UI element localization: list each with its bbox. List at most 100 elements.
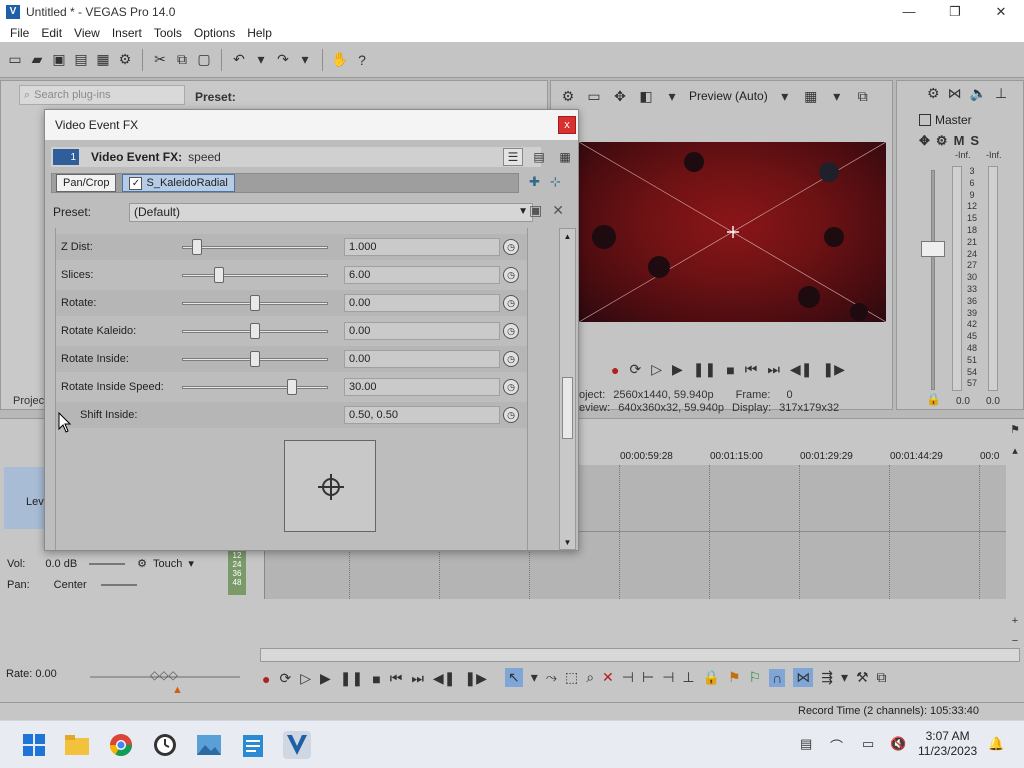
vegas-taskbar-icon[interactable] xyxy=(283,731,311,759)
trim-end-icon[interactable]: ⊣ xyxy=(662,669,674,686)
menu-insert[interactable]: Insert xyxy=(106,26,148,40)
plugin-pan-crop[interactable]: Pan/Crop xyxy=(56,174,117,192)
master-gear-icon[interactable]: ⚙ xyxy=(927,85,940,102)
notepad-icon[interactable] xyxy=(239,731,267,759)
plugin-kaleido-radial[interactable]: ✓ S_KaleidoRadial xyxy=(122,174,235,192)
go-to-start-icon[interactable]: ⏮ xyxy=(745,361,758,378)
delete-icon[interactable]: ✕ xyxy=(602,669,614,686)
param-value-field[interactable]: 0.00 xyxy=(344,322,500,340)
new-file-icon[interactable]: ▭ xyxy=(6,51,24,69)
trim-start-icon[interactable]: ⊢ xyxy=(642,669,654,686)
menu-file[interactable]: File xyxy=(4,26,35,40)
pause-icon[interactable]: ❚❚ xyxy=(693,361,716,378)
plugin-enable-checkbox[interactable]: ✓ xyxy=(129,176,143,190)
param-slider-knob[interactable] xyxy=(250,323,260,339)
master-fader-track[interactable] xyxy=(931,170,935,390)
view-list-icon[interactable]: ☰ xyxy=(503,148,523,166)
menu-view[interactable]: View xyxy=(68,26,106,40)
split-dropdown-icon[interactable]: ▾ xyxy=(663,87,681,105)
file-explorer-icon[interactable] xyxy=(63,731,91,759)
volume-slider[interactable] xyxy=(89,562,126,565)
play-from-start-icon[interactable]: ▷ xyxy=(651,361,662,378)
zoom-out-icon[interactable]: − xyxy=(1012,635,1018,647)
go-to-start-icon[interactable]: ⏮ xyxy=(390,670,403,687)
split-screen-icon[interactable]: ◧ xyxy=(637,87,655,105)
render-icon[interactable]: ▦ xyxy=(94,51,112,69)
stop-icon[interactable]: ■ xyxy=(372,671,380,687)
lock-meters-icon[interactable]: ⊥ xyxy=(995,85,1007,102)
param-value-field[interactable]: 0.00 xyxy=(344,294,500,312)
stop-icon[interactable]: ■ xyxy=(726,362,734,378)
tray-tablet-icon[interactable]: ▤ xyxy=(800,736,812,752)
split-icon[interactable]: ⊥ xyxy=(682,669,694,686)
record-icon[interactable]: ● xyxy=(262,671,270,687)
move-icon[interactable]: ✥ xyxy=(611,87,629,105)
undo-icon[interactable]: ↶ xyxy=(230,51,248,69)
clock-app-icon[interactable] xyxy=(151,731,179,759)
scroll-thumb[interactable] xyxy=(562,377,573,439)
animate-param-clock-icon[interactable]: ◷ xyxy=(503,407,519,423)
zoom-tool-icon[interactable]: ⌕ xyxy=(586,669,594,686)
copy-icon[interactable]: ⧉ xyxy=(173,51,191,69)
preset-select[interactable]: (Default) ▼ xyxy=(129,202,533,222)
interactive-tutorial-icon[interactable]: ✋ xyxy=(331,51,349,69)
auto-crossfade-icon[interactable]: ⋈ xyxy=(793,668,814,687)
trim-icon[interactable]: ⊣ xyxy=(622,669,634,686)
minimize-button[interactable]: — xyxy=(886,0,932,23)
move-pan-icon[interactable]: ✥ xyxy=(919,133,930,149)
tab-project-media[interactable]: Projec xyxy=(13,395,44,407)
prev-frame-icon[interactable]: ◀❚ xyxy=(790,361,813,378)
ripple-edit-icon[interactable]: ⇶ xyxy=(821,669,833,686)
loop-icon[interactable]: ⟳ xyxy=(629,361,641,378)
animate-param-clock-icon[interactable]: ◷ xyxy=(503,295,519,311)
crosshair-handle-icon[interactable] xyxy=(318,474,344,500)
loop-icon[interactable]: ⟳ xyxy=(279,670,291,687)
ignore-grouping-icon[interactable]: ⧉ xyxy=(877,669,887,686)
menu-tools[interactable]: Tools xyxy=(148,26,188,40)
scroll-down-arrow-icon[interactable]: ▼ xyxy=(560,535,575,549)
go-to-end-icon[interactable]: ⏭ xyxy=(411,670,424,687)
photos-app-icon[interactable] xyxy=(195,731,223,759)
redo-dropdown-icon[interactable]: ▾ xyxy=(296,51,314,69)
fx-dialog-titlebar[interactable]: Video Event FX xyxy=(45,110,578,140)
param-slider-track[interactable] xyxy=(182,274,328,277)
remove-plugin-icon[interactable]: ⊹ xyxy=(550,174,561,190)
speaker-icon[interactable]: 🔈 xyxy=(970,85,987,102)
tray-volume-muted-icon[interactable]: 🔇 xyxy=(890,736,906,752)
animate-param-clock-icon[interactable]: ◷ xyxy=(503,239,519,255)
fx-close-button[interactable]: x xyxy=(558,116,576,134)
downmix-icon[interactable]: ⋈ xyxy=(948,85,962,102)
go-to-end-icon[interactable]: ⏭ xyxy=(767,361,780,378)
param-slider-knob[interactable] xyxy=(191,239,202,255)
normal-edit-tool-icon[interactable]: ↖ xyxy=(505,668,523,687)
solo-button[interactable]: S xyxy=(970,133,979,149)
paste-icon[interactable]: ▢ xyxy=(195,51,213,69)
insert-marker-icon[interactable]: ⚑ xyxy=(728,669,741,686)
animate-param-clock-icon[interactable]: ◷ xyxy=(503,323,519,339)
cut-icon[interactable]: ✂ xyxy=(151,51,169,69)
quality-dropdown-icon[interactable]: ▾ xyxy=(776,87,794,105)
overlays-grid-icon[interactable]: ▦ xyxy=(802,87,820,105)
overlays-dropdown-icon[interactable]: ▾ xyxy=(828,87,846,105)
touch-dropdown-icon[interactable]: ▾ xyxy=(188,557,194,570)
next-frame-icon[interactable]: ❚▶ xyxy=(464,670,487,687)
param-value-field[interactable]: 0.00 xyxy=(344,350,500,368)
ripple-dropdown-icon[interactable]: ▾ xyxy=(841,669,848,686)
preview-quality-select[interactable]: Preview (Auto) xyxy=(689,89,768,103)
record-icon[interactable]: ● xyxy=(611,362,619,378)
animate-param-clock-icon[interactable]: ◷ xyxy=(503,267,519,283)
insert-region-icon[interactable]: ⚐ xyxy=(749,669,762,686)
fx-gear-icon[interactable]: ⚙ xyxy=(936,133,948,149)
param-value-field[interactable]: 1.000 xyxy=(344,238,500,256)
preview-video-frame[interactable] xyxy=(579,142,886,322)
touch-mode-select[interactable]: Touch xyxy=(153,558,182,570)
time-ruler[interactable]: 00:00:59:28 00:01:15:00 00:01:29:29 00:0… xyxy=(580,451,1010,465)
menu-edit[interactable]: Edit xyxy=(35,26,68,40)
lock-envelopes-icon[interactable]: ⚒ xyxy=(856,669,869,686)
param-slider-knob[interactable] xyxy=(286,379,297,395)
marker-icon[interactable]: ⚑ xyxy=(1010,423,1020,436)
menu-options[interactable]: Options xyxy=(188,26,241,40)
notification-bell-icon[interactable]: 🔔 xyxy=(988,736,1004,752)
animate-param-clock-icon[interactable]: ◷ xyxy=(503,351,519,367)
add-plugin-icon[interactable]: ✚ xyxy=(529,174,540,190)
